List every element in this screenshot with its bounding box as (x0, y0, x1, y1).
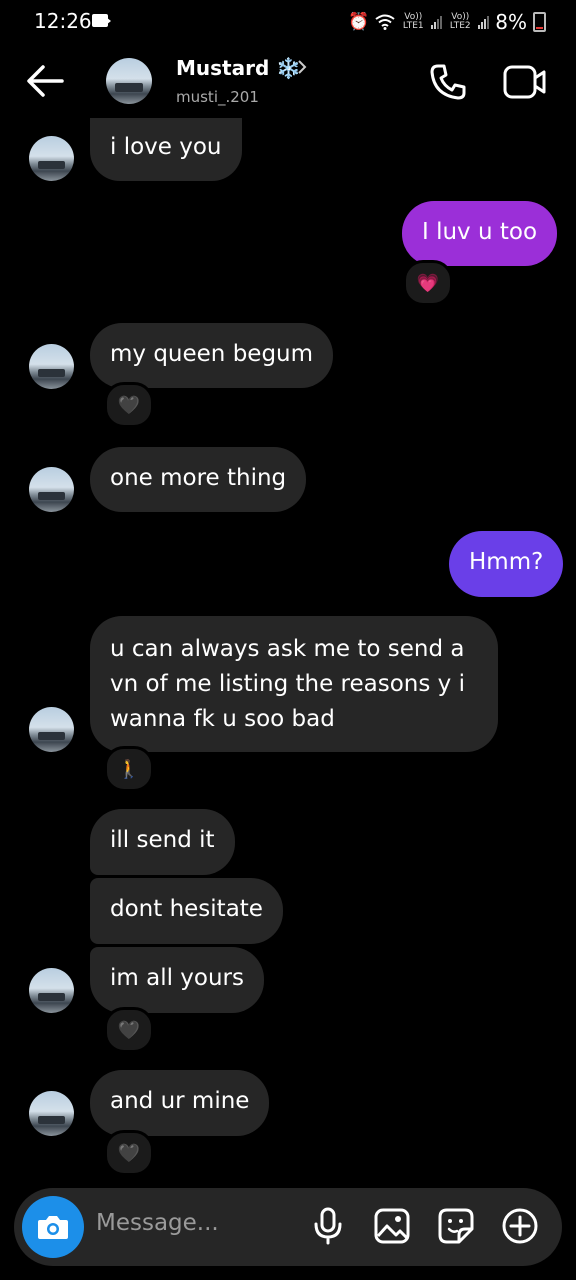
sender-avatar[interactable] (29, 707, 74, 752)
back-arrow-icon[interactable] (26, 64, 64, 98)
plus-circle-icon (502, 1208, 538, 1244)
message-bubble-incoming[interactable]: one more thing (90, 447, 307, 512)
contact-handle[interactable]: musti_.201 (176, 88, 259, 106)
reaction-badge[interactable]: 🖤 (104, 1007, 154, 1053)
message-composer: Message... (14, 1188, 562, 1266)
wifi-icon (375, 14, 395, 30)
message-bubble-incoming[interactable]: ill send it (90, 809, 235, 875)
status-bar: 12:26 ⏰ Vo)) LTE1 Vo)) LTE2 8% (0, 0, 576, 44)
sender-avatar[interactable] (29, 467, 74, 512)
sticker-button[interactable] (436, 1206, 476, 1246)
status-time: 12:26 (34, 9, 92, 33)
reaction-badge[interactable]: 🖤 (104, 382, 154, 428)
sim2-signal-icon (478, 15, 490, 29)
message-bubble-incoming[interactable]: u can always ask me to send a vn of me l… (90, 616, 498, 752)
battery-percent: 8% (495, 10, 527, 34)
message-line: vn of me listing the reasons y i (110, 671, 465, 697)
microphone-icon (314, 1207, 342, 1245)
camera-icon (38, 1216, 68, 1239)
sim1-label: Vo)) LTE1 (402, 12, 424, 31)
image-icon (374, 1208, 410, 1244)
message-bubble-outgoing[interactable]: I luv u too (402, 201, 558, 266)
camera-button[interactable] (22, 1196, 84, 1258)
message-bubble-incoming[interactable]: my queen begum (90, 323, 334, 388)
alarm-icon: ⏰ (348, 12, 370, 32)
video-call-icon[interactable] (503, 64, 547, 100)
sticker-icon (438, 1208, 474, 1244)
phone-call-icon[interactable] (428, 62, 468, 102)
message-bubble-incoming[interactable]: im all yours (90, 947, 264, 1013)
message-bubble-incoming[interactable]: dont hesitate (90, 878, 283, 944)
sim1-signal-icon (431, 15, 443, 29)
gallery-button[interactable] (372, 1206, 412, 1246)
reaction-badge[interactable]: 💗 (403, 260, 453, 306)
sender-avatar[interactable] (29, 968, 74, 1013)
contact-name[interactable]: Mustard ❄️ (176, 56, 301, 80)
message-bubble-incoming[interactable]: and ur mine (90, 1070, 270, 1136)
sender-avatar[interactable] (29, 136, 74, 181)
message-line: u can always ask me to send a (110, 636, 465, 662)
battery-icon (533, 12, 546, 32)
sim2-label: Vo)) LTE2 (449, 12, 471, 31)
microphone-button[interactable] (308, 1206, 348, 1246)
screen-record-icon (92, 14, 111, 27)
status-icons: ⏰ Vo)) LTE1 Vo)) LTE2 8% (348, 8, 546, 36)
message-bubble-outgoing[interactable]: Hmm? (449, 531, 564, 597)
contact-avatar[interactable] (106, 58, 152, 104)
reaction-badge[interactable]: 🖤 (104, 1130, 154, 1176)
sender-avatar[interactable] (29, 344, 74, 389)
reaction-badge[interactable]: 🚶 (104, 746, 154, 792)
message-bubble-incoming[interactable]: i love you (90, 118, 242, 181)
message-input[interactable]: Message... (96, 1210, 219, 1236)
message-line: wanna fk u soo bad (110, 706, 335, 732)
sender-avatar[interactable] (29, 1091, 74, 1136)
more-options-button[interactable] (500, 1206, 540, 1246)
